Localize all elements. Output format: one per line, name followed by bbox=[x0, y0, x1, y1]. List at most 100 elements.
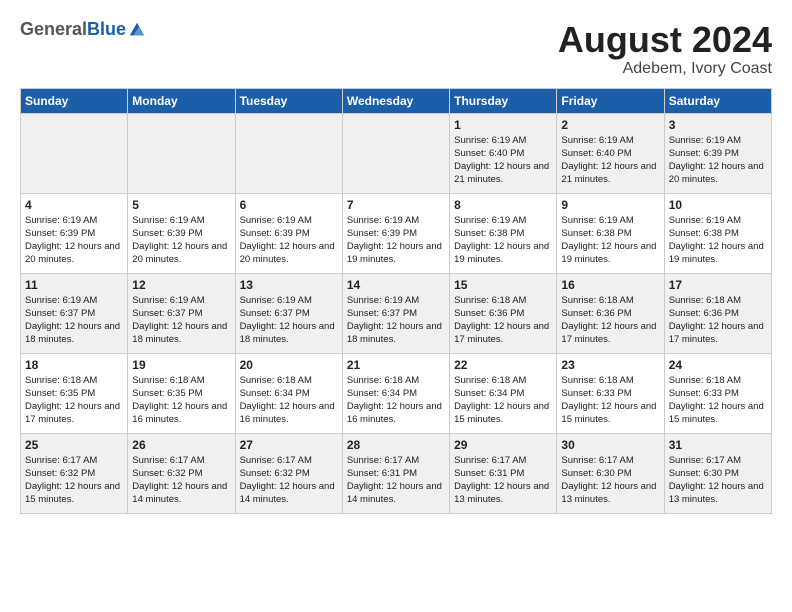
logo-text: GeneralBlue bbox=[20, 20, 126, 40]
day-info: Sunrise: 6:19 AM Sunset: 6:39 PM Dayligh… bbox=[240, 214, 338, 267]
day-info: Sunrise: 6:18 AM Sunset: 6:36 PM Dayligh… bbox=[454, 294, 552, 347]
day-number: 22 bbox=[454, 358, 552, 372]
table-cell: 30Sunrise: 6:17 AM Sunset: 6:30 PM Dayli… bbox=[557, 433, 664, 513]
day-info: Sunrise: 6:19 AM Sunset: 6:37 PM Dayligh… bbox=[132, 294, 230, 347]
table-cell: 5 Sunrise: 6:19 AM Sunset: 6:39 PM Daylig… bbox=[128, 193, 235, 273]
table-cell bbox=[21, 113, 128, 193]
table-cell: 14Sunrise: 6:19 AM Sunset: 6:37 PM Dayli… bbox=[342, 273, 449, 353]
day-info: Sunrise: 6:19 AM Sunset: 6:40 PM Dayligh… bbox=[561, 134, 659, 187]
day-number: 18 bbox=[25, 358, 123, 372]
col-sunday: Sunday bbox=[21, 88, 128, 113]
day-number: 6 bbox=[240, 198, 338, 212]
table-cell: 15 Sunrise: 6:18 AM Sunset: 6:36 PM Dayli… bbox=[450, 273, 557, 353]
table-cell: 12Sunrise: 6:19 AM Sunset: 6:37 PM Dayli… bbox=[128, 273, 235, 353]
day-number: 2 bbox=[561, 118, 659, 132]
table-cell: 9 Sunrise: 6:19 AM Sunset: 6:38 PM Daylig… bbox=[557, 193, 664, 273]
table-cell: 3Sunrise: 6:19 AM Sunset: 6:39 PM Daylig… bbox=[664, 113, 771, 193]
day-number: 19 bbox=[132, 358, 230, 372]
day-info: Sunrise: 6:18 AM Sunset: 6:36 PM Dayligh… bbox=[669, 294, 767, 347]
day-number: 27 bbox=[240, 438, 338, 452]
col-tuesday: Tuesday bbox=[235, 88, 342, 113]
table-cell: 11Sunrise: 6:19 AM Sunset: 6:37 PM Dayli… bbox=[21, 273, 128, 353]
table-cell: 24Sunrise: 6:18 AM Sunset: 6:33 PM Dayli… bbox=[664, 353, 771, 433]
day-info: Sunrise: 6:17 AM Sunset: 6:32 PM Dayligh… bbox=[132, 454, 230, 507]
day-info: Sunrise: 6:18 AM Sunset: 6:35 PM Dayligh… bbox=[132, 374, 230, 427]
day-info: Sunrise: 6:18 AM Sunset: 6:34 PM Dayligh… bbox=[347, 374, 445, 427]
day-number: 30 bbox=[561, 438, 659, 452]
header: GeneralBlue August 2024 Adebem, Ivory Co… bbox=[20, 20, 772, 78]
table-cell: 28Sunrise: 6:17 AM Sunset: 6:31 PM Dayli… bbox=[342, 433, 449, 513]
table-cell: 23Sunrise: 6:18 AM Sunset: 6:33 PM Dayli… bbox=[557, 353, 664, 433]
day-number: 21 bbox=[347, 358, 445, 372]
table-cell bbox=[342, 113, 449, 193]
day-info: Sunrise: 6:19 AM Sunset: 6:39 PM Dayligh… bbox=[669, 134, 767, 187]
col-friday: Friday bbox=[557, 88, 664, 113]
day-number: 31 bbox=[669, 438, 767, 452]
day-info: Sunrise: 6:19 AM Sunset: 6:40 PM Dayligh… bbox=[454, 134, 552, 187]
day-info: Sunrise: 6:18 AM Sunset: 6:35 PM Dayligh… bbox=[25, 374, 123, 427]
day-info: Sunrise: 6:18 AM Sunset: 6:34 PM Dayligh… bbox=[454, 374, 552, 427]
day-info: Sunrise: 6:19 AM Sunset: 6:38 PM Dayligh… bbox=[561, 214, 659, 267]
day-info: Sunrise: 6:19 AM Sunset: 6:38 PM Dayligh… bbox=[454, 214, 552, 267]
table-cell bbox=[235, 113, 342, 193]
day-number: 16 bbox=[561, 278, 659, 292]
day-info: Sunrise: 6:17 AM Sunset: 6:32 PM Dayligh… bbox=[240, 454, 338, 507]
table-cell: 13 Sunrise: 6:19 AM Sunset: 6:37 PM Dayli… bbox=[235, 273, 342, 353]
col-saturday: Saturday bbox=[664, 88, 771, 113]
day-info: Sunrise: 6:17 AM Sunset: 6:30 PM Dayligh… bbox=[669, 454, 767, 507]
day-number: 29 bbox=[454, 438, 552, 452]
table-cell: 16 Sunrise: 6:18 AM Sunset: 6:36 PM Dayli… bbox=[557, 273, 664, 353]
table-cell: 20 Sunrise: 6:18 AM Sunset: 6:34 PM Dayli… bbox=[235, 353, 342, 433]
table-cell: 6 Sunrise: 6:19 AM Sunset: 6:39 PM Daylig… bbox=[235, 193, 342, 273]
day-number: 20 bbox=[240, 358, 338, 372]
day-number: 1 bbox=[454, 118, 552, 132]
day-number: 13 bbox=[240, 278, 338, 292]
col-wednesday: Wednesday bbox=[342, 88, 449, 113]
table-cell: 17 Sunrise: 6:18 AM Sunset: 6:36 PM Dayli… bbox=[664, 273, 771, 353]
table-cell bbox=[128, 113, 235, 193]
day-number: 26 bbox=[132, 438, 230, 452]
subtitle: Adebem, Ivory Coast bbox=[558, 60, 772, 78]
table-cell: 19 Sunrise: 6:18 AM Sunset: 6:35 PM Dayli… bbox=[128, 353, 235, 433]
day-info: Sunrise: 6:19 AM Sunset: 6:39 PM Dayligh… bbox=[25, 214, 123, 267]
day-info: Sunrise: 6:19 AM Sunset: 6:39 PM Dayligh… bbox=[132, 214, 230, 267]
day-number: 10 bbox=[669, 198, 767, 212]
table-cell: 21 Sunrise: 6:18 AM Sunset: 6:34 PM Dayli… bbox=[342, 353, 449, 433]
day-info: Sunrise: 6:19 AM Sunset: 6:37 PM Dayligh… bbox=[240, 294, 338, 347]
title-block: August 2024 Adebem, Ivory Coast bbox=[558, 20, 772, 78]
logo-icon bbox=[128, 21, 146, 39]
table-cell: 2 Sunrise: 6:19 AM Sunset: 6:40 PM Daylig… bbox=[557, 113, 664, 193]
calendar-header: Sunday Monday Tuesday Wednesday Thursday… bbox=[21, 88, 772, 113]
day-info: Sunrise: 6:19 AM Sunset: 6:39 PM Dayligh… bbox=[347, 214, 445, 267]
table-cell: 7 Sunrise: 6:19 AM Sunset: 6:39 PM Daylig… bbox=[342, 193, 449, 273]
table-cell: 4 Sunrise: 6:19 AM Sunset: 6:39 PM Daylig… bbox=[21, 193, 128, 273]
day-info: Sunrise: 6:18 AM Sunset: 6:33 PM Dayligh… bbox=[669, 374, 767, 427]
table-cell: 27 Sunrise: 6:17 AM Sunset: 6:32 PM Dayli… bbox=[235, 433, 342, 513]
day-info: Sunrise: 6:17 AM Sunset: 6:32 PM Dayligh… bbox=[25, 454, 123, 507]
table-cell: 31 Sunrise: 6:17 AM Sunset: 6:30 PM Dayli… bbox=[664, 433, 771, 513]
table-cell: 10 Sunrise: 6:19 AM Sunset: 6:38 PM Dayli… bbox=[664, 193, 771, 273]
calendar-body: 1 Sunrise: 6:19 AM Sunset: 6:40 PM Daylig… bbox=[21, 113, 772, 513]
day-info: Sunrise: 6:18 AM Sunset: 6:34 PM Dayligh… bbox=[240, 374, 338, 427]
table-cell: 18 Sunrise: 6:18 AM Sunset: 6:35 PM Dayli… bbox=[21, 353, 128, 433]
day-number: 5 bbox=[132, 198, 230, 212]
day-number: 15 bbox=[454, 278, 552, 292]
day-info: Sunrise: 6:18 AM Sunset: 6:36 PM Dayligh… bbox=[561, 294, 659, 347]
day-number: 14 bbox=[347, 278, 445, 292]
col-thursday: Thursday bbox=[450, 88, 557, 113]
table-cell: 29 Sunrise: 6:17 AM Sunset: 6:31 PM Dayli… bbox=[450, 433, 557, 513]
page: GeneralBlue August 2024 Adebem, Ivory Co… bbox=[0, 0, 792, 524]
day-number: 23 bbox=[561, 358, 659, 372]
day-number: 9 bbox=[561, 198, 659, 212]
table-cell: 25Sunrise: 6:17 AM Sunset: 6:32 PM Dayli… bbox=[21, 433, 128, 513]
day-info: Sunrise: 6:19 AM Sunset: 6:37 PM Dayligh… bbox=[25, 294, 123, 347]
day-number: 7 bbox=[347, 198, 445, 212]
day-info: Sunrise: 6:19 AM Sunset: 6:38 PM Dayligh… bbox=[669, 214, 767, 267]
day-info: Sunrise: 6:17 AM Sunset: 6:31 PM Dayligh… bbox=[454, 454, 552, 507]
day-number: 4 bbox=[25, 198, 123, 212]
logo: GeneralBlue bbox=[20, 20, 146, 40]
table-cell: 8 Sunrise: 6:19 AM Sunset: 6:38 PM Daylig… bbox=[450, 193, 557, 273]
day-number: 17 bbox=[669, 278, 767, 292]
table-cell: 1 Sunrise: 6:19 AM Sunset: 6:40 PM Daylig… bbox=[450, 113, 557, 193]
day-number: 8 bbox=[454, 198, 552, 212]
